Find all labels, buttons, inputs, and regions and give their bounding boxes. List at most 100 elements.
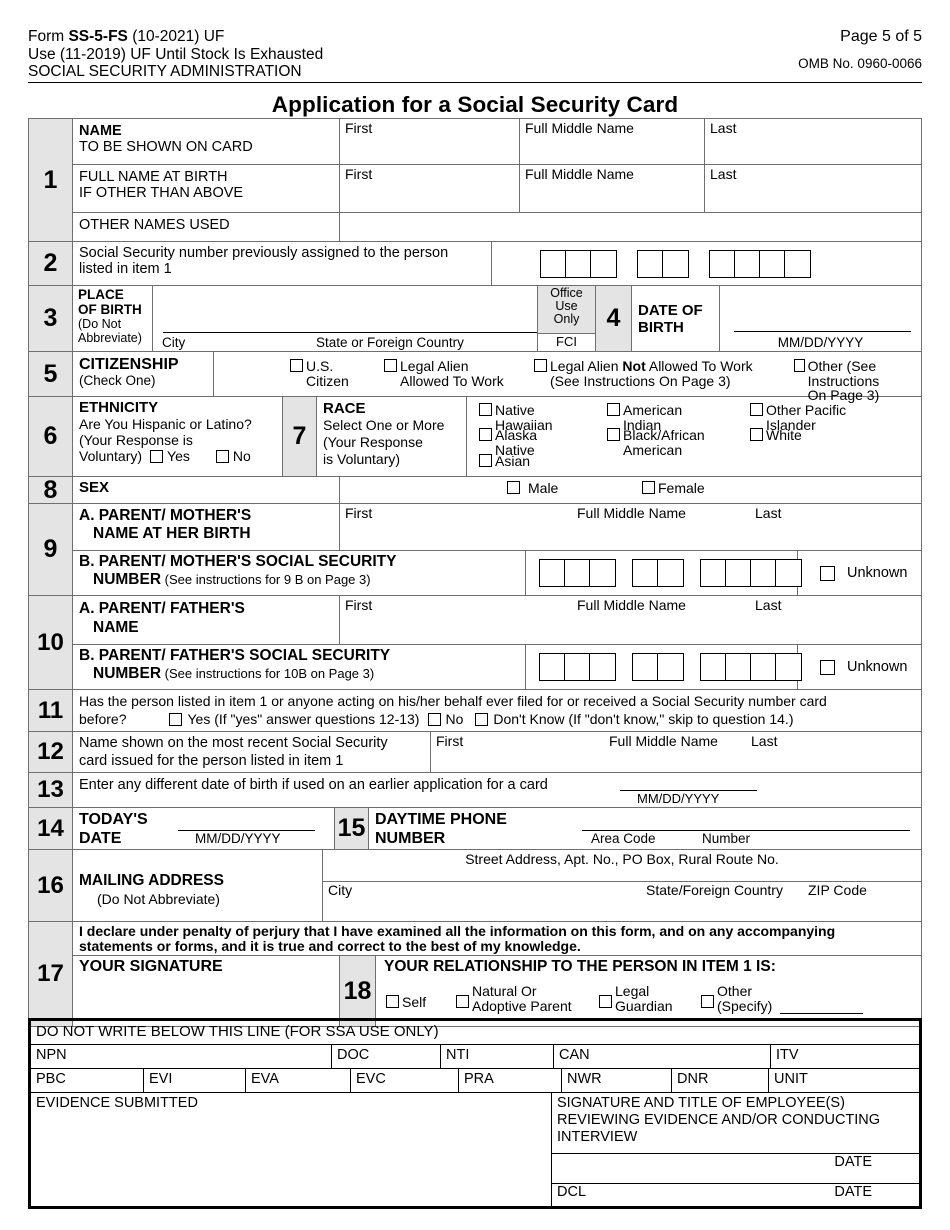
item-10b-unknown-option[interactable]: Unknown — [798, 645, 921, 689]
fci-field[interactable]: FCI — [538, 333, 595, 351]
item-12-name-field[interactable]: First Full Middle Name Last — [431, 732, 921, 772]
checkbox-citizenship-other[interactable] — [794, 359, 805, 372]
item-1a-last-field[interactable]: Last — [705, 119, 921, 164]
item-1b-middle-field[interactable]: Full Middle Name — [520, 165, 705, 212]
item-10a-name-field[interactable]: First Full Middle Name Last — [340, 596, 921, 644]
ssa-field-eva[interactable]: EVA — [246, 1069, 351, 1092]
ssa-field-evi[interactable]: EVI — [144, 1069, 246, 1092]
item-3-birthplace-field[interactable]: City State or Foreign Country — [153, 286, 538, 351]
ssa-field-pra[interactable]: PRA — [459, 1069, 562, 1092]
relationship-option-self[interactable]: Self — [386, 995, 426, 1010]
item-8-label: SEX — [73, 477, 340, 503]
checkbox-hispanic-no[interactable] — [215, 449, 229, 463]
checkbox-us-citizen[interactable] — [290, 359, 303, 372]
checkbox-prev-card-no[interactable] — [428, 712, 442, 726]
item-5-label: CITIZENSHIP (Check One) — [73, 352, 214, 396]
sex-option-male[interactable]: Male — [507, 481, 558, 496]
ssa-field-date-1[interactable]: DATE — [552, 1154, 919, 1184]
citizenship-option-us-citizen[interactable]: U.S. Citizen — [290, 359, 349, 388]
item-4-dob-field[interactable]: MM/DD/YYYY — [720, 286, 921, 351]
citizenship-option-legal-alien-allowed[interactable]: Legal Alien Allowed To Work — [384, 359, 504, 388]
ssn-group-serial[interactable] — [700, 559, 802, 587]
race-option-black-african-american[interactable]: Black/African American — [607, 428, 705, 457]
checkbox-prev-card-dont-know[interactable] — [475, 712, 489, 726]
ssa-field-nwr[interactable]: NWR — [562, 1069, 672, 1092]
citizenship-option-legal-alien-not-allowed[interactable]: Legal Alien Not Allowed To Work (See Inst… — [534, 359, 753, 388]
ssa-row-2: PBC EVI EVA EVC PRA NWR DNR UNIT — [31, 1069, 919, 1093]
item-17-18-row: 17 I declare under penalty of perjury th… — [29, 922, 921, 1026]
ssa-field-can[interactable]: CAN — [554, 1045, 771, 1068]
ssa-field-pbc[interactable]: PBC — [31, 1069, 144, 1092]
checkbox-relationship-parent[interactable] — [456, 995, 469, 1008]
checkbox-father-ssn-unknown[interactable] — [820, 659, 835, 675]
item-16-label: MAILING ADDRESS (Do Not Abbreviate) — [73, 850, 323, 921]
ssa-field-evc[interactable]: EVC — [351, 1069, 459, 1092]
ssn-group-group[interactable] — [632, 559, 684, 587]
checkbox-asian[interactable] — [479, 454, 492, 467]
checkbox-native-hawaiian[interactable] — [479, 403, 492, 416]
item-8-number: 8 — [29, 476, 73, 504]
ssa-field-employee-signature[interactable]: SIGNATURE AND TITLE OF EMPLOYEE(S) REVIE… — [552, 1093, 919, 1154]
ethnicity-no-label: No — [232, 448, 251, 464]
item-9b-ssn-field[interactable] — [526, 551, 802, 595]
sex-option-female[interactable]: Female — [642, 481, 705, 496]
item-1a-middle-field[interactable]: Full Middle Name — [520, 119, 705, 164]
item-16-address-fields: Street Address, Apt. No., PO Box, Rural … — [323, 850, 921, 921]
item-1b-last-field[interactable]: Last — [705, 165, 921, 212]
checkbox-hispanic-yes[interactable] — [150, 449, 164, 463]
item-9a-name-field[interactable]: First Full Middle Name Last — [340, 504, 921, 550]
checkbox-black-african-american[interactable] — [607, 428, 620, 441]
item-16-city-state-zip-field[interactable]: City State/Foreign Country ZIP Code — [323, 881, 921, 921]
checkbox-mother-ssn-unknown[interactable] — [820, 565, 835, 581]
citizenship-option-other[interactable]: Other (See Instructions On Page 3) — [794, 359, 921, 403]
item-3-4-row: 3 PLACE OF BIRTH (Do Not Abbreviate) Cit… — [29, 286, 921, 352]
item-1a-first-field[interactable]: First — [340, 119, 520, 164]
ssa-field-evidence-submitted[interactable]: EVIDENCE SUBMITTED — [31, 1093, 552, 1206]
item-5-row: 5 CITIZENSHIP (Check One) U.S. Citizen Le… — [29, 352, 921, 402]
race-option-asian[interactable]: Asian — [479, 454, 530, 469]
item-1c-field[interactable] — [340, 213, 921, 241]
item-9b-unknown-option[interactable]: Unknown — [798, 551, 921, 595]
checkbox-legal-alien-allowed[interactable] — [384, 359, 397, 372]
relationship-other-specify-field[interactable] — [780, 1013, 863, 1014]
ssa-field-nti[interactable]: NTI — [441, 1045, 554, 1068]
checkbox-american-indian[interactable] — [607, 403, 620, 416]
relationship-option-legal-guardian[interactable]: Legal Guardian — [599, 984, 673, 1013]
checkbox-male[interactable] — [507, 481, 520, 494]
ssn-group-area[interactable] — [540, 249, 617, 278]
ssa-field-doc[interactable]: DOC — [332, 1045, 441, 1068]
item-1b-first-field[interactable]: First — [340, 165, 520, 212]
item-12-row: 12 Name shown on the most recent Social … — [29, 732, 921, 773]
checkbox-female[interactable] — [642, 481, 655, 494]
checkbox-legal-alien-not-allowed[interactable] — [534, 359, 547, 372]
item-2-number: 2 — [29, 242, 73, 285]
checkbox-prev-card-yes[interactable] — [169, 712, 183, 726]
item-1c-label: OTHER NAMES USED — [73, 213, 340, 241]
ssn-group-serial[interactable] — [700, 653, 802, 681]
item-11-content: Has the person listed in item 1 or anyon… — [79, 693, 827, 727]
item-17-signature-field[interactable]: YOUR SIGNATURE — [73, 956, 340, 1026]
ssa-field-dcl-date[interactable]: DCL DATE — [552, 1184, 919, 1206]
relationship-option-other[interactable]: Other (Specify) — [701, 984, 772, 1013]
checkbox-relationship-other[interactable] — [701, 995, 714, 1008]
item-15-content: DAYTIME PHONE NUMBER Area Code Number — [369, 808, 921, 849]
ssn-group-area[interactable] — [539, 653, 616, 681]
checkbox-white[interactable] — [750, 428, 763, 441]
item-16-street-field[interactable]: Street Address, Apt. No., PO Box, Rural … — [323, 850, 921, 882]
race-option-white[interactable]: White — [750, 428, 802, 443]
checkbox-alaska-native[interactable] — [479, 428, 492, 441]
item-10b-ssn-field[interactable] — [526, 645, 802, 689]
ssn-group-group[interactable] — [637, 249, 689, 278]
ssa-field-itv[interactable]: ITV — [771, 1045, 919, 1068]
checkbox-relationship-guardian[interactable] — [599, 995, 612, 1008]
checkbox-other-pacific-islander[interactable] — [750, 403, 763, 416]
ssa-field-npn[interactable]: NPN — [31, 1045, 332, 1068]
ssa-field-unit[interactable]: UNIT — [769, 1069, 919, 1092]
relationship-option-natural-adoptive-parent[interactable]: Natural Or Adoptive Parent — [456, 984, 572, 1013]
checkbox-relationship-self[interactable] — [386, 995, 399, 1008]
ssn-group-serial[interactable] — [709, 249, 811, 278]
ssa-field-dnr[interactable]: DNR — [672, 1069, 769, 1092]
ssn-group-area[interactable] — [539, 559, 616, 587]
item-2-ssn-field[interactable] — [492, 242, 921, 285]
ssn-group-group[interactable] — [632, 653, 684, 681]
